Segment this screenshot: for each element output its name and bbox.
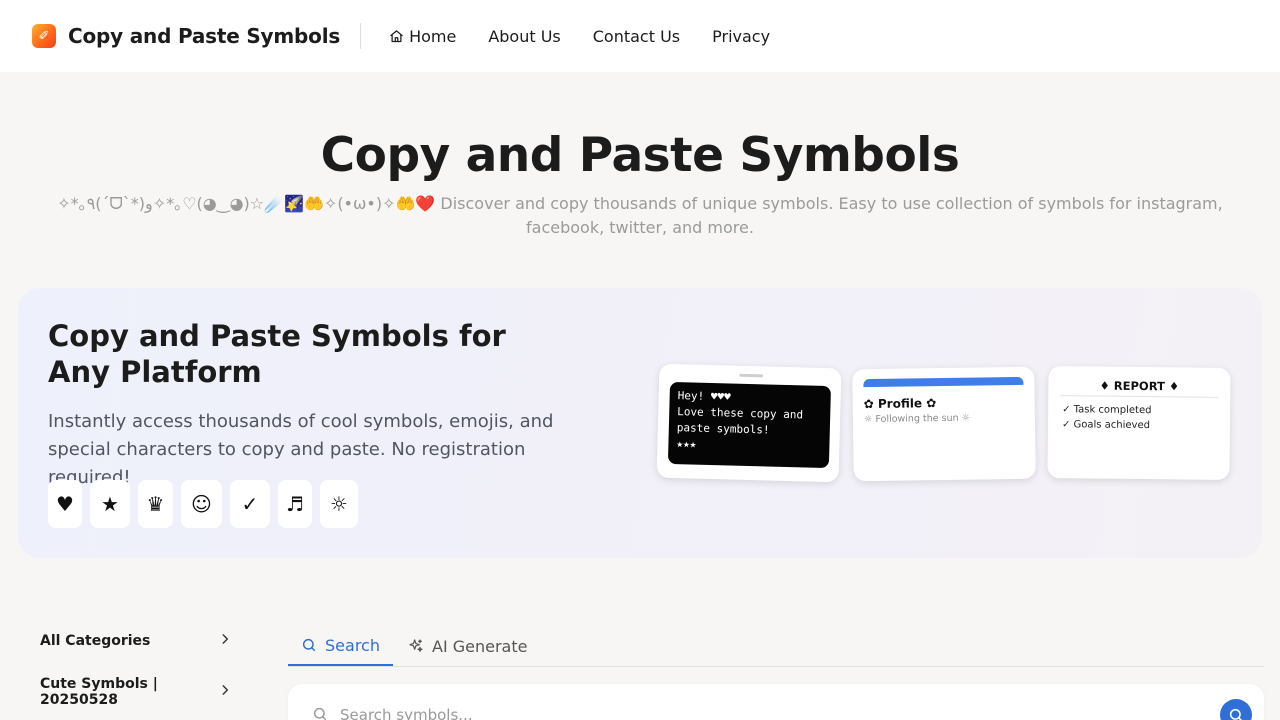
quick-symbols: ♥ ★ ♛ ☺ ✓ ♬ ☼ xyxy=(48,480,366,528)
tab-search-label: Search xyxy=(325,635,380,655)
report-divider xyxy=(1060,395,1219,398)
top-header: ✐ Copy and Paste Symbols Home About Us C… xyxy=(0,0,1280,72)
search-tabs: Search AI Generate xyxy=(288,626,1264,667)
brand-name[interactable]: Copy and Paste Symbols xyxy=(68,24,340,48)
sparkle-icon xyxy=(409,639,423,652)
phone-screen-text: Hey! ♥♥♥ Love these copy and paste symbo… xyxy=(667,381,831,469)
search-bar xyxy=(288,684,1264,720)
nav-contact-us[interactable]: Contact Us xyxy=(593,27,680,46)
report-title: ♦ REPORT ♦ xyxy=(1099,378,1180,394)
nav-home[interactable]: Home xyxy=(389,27,456,46)
symbol-tile-smiley[interactable]: ☺ xyxy=(180,480,222,528)
chevron-right-icon xyxy=(218,683,232,701)
page-title: Copy and Paste Symbols xyxy=(320,128,960,183)
report-mockup: ♦ REPORT ♦ ✓ Task completed ✓ Goals achi… xyxy=(1047,366,1231,480)
logo-glyph: ✐ xyxy=(38,28,50,44)
sidebar-item-label: Cute Symbols | 20250528 xyxy=(40,676,158,708)
main-nav: Home About Us Contact Us Privacy xyxy=(389,27,802,46)
nav-about-us[interactable]: About Us xyxy=(488,27,560,46)
header-divider xyxy=(360,23,362,49)
search-icon xyxy=(1229,708,1243,720)
nav-home-label: Home xyxy=(409,26,457,46)
profile-mockup: ✿ Profile ✿ ☼ Following the sun ☼ xyxy=(852,366,1036,482)
logo-icon[interactable]: ✐ xyxy=(32,24,56,48)
search-input[interactable] xyxy=(340,702,1180,720)
search-icon xyxy=(302,638,316,652)
symbol-tile-heart[interactable]: ♥ xyxy=(48,480,82,528)
sidebar-item-all-categories[interactable]: All Categories xyxy=(40,632,232,650)
promo-title: Copy and Paste Symbols for Any Platform xyxy=(48,319,506,389)
sidebar-item-label: All Categories xyxy=(40,633,151,649)
nav-privacy[interactable]: Privacy xyxy=(712,27,770,46)
search-icon xyxy=(313,707,327,720)
profile-title: ✿ Profile ✿ xyxy=(863,396,937,412)
profile-subtitle: ☼ Following the sun ☼ xyxy=(863,412,971,426)
tab-ai-generate[interactable]: AI Generate xyxy=(408,626,527,666)
symbol-tile-star[interactable]: ★ xyxy=(89,480,130,528)
home-icon xyxy=(390,29,403,42)
report-item: ✓ Task completed xyxy=(1062,404,1152,417)
symbol-tile-crown[interactable]: ♛ xyxy=(137,480,173,528)
symbol-tile-sun[interactable]: ☼ xyxy=(319,480,358,528)
symbol-tile-check[interactable]: ✓ xyxy=(229,480,270,528)
symbol-tile-music[interactable]: ♬ xyxy=(277,480,312,528)
phone-mockup: Hey! ♥♥♥ Love these copy and paste symbo… xyxy=(656,363,842,483)
tab-ai-generate-label: AI Generate xyxy=(432,636,528,656)
phone-handle xyxy=(739,373,764,378)
profile-header-bar xyxy=(863,376,1024,388)
search-button[interactable] xyxy=(1220,699,1252,720)
chevron-right-icon xyxy=(218,632,232,650)
sidebar-item-cute-symbols[interactable]: Cute Symbols | 20250528 xyxy=(40,676,232,708)
report-item: ✓ Goals achieved xyxy=(1061,419,1151,432)
tab-search[interactable]: Search xyxy=(288,626,393,666)
promo-card: Copy and Paste Symbols for Any Platform … xyxy=(18,288,1262,558)
page-subtitle: ✧*｡٩(ˊᗜˋ*)و✧*｡♡(◕‿◕)☆☄️🌠🤲✧(•ω•)✧🤲❤️ Disc… xyxy=(57,194,1223,237)
